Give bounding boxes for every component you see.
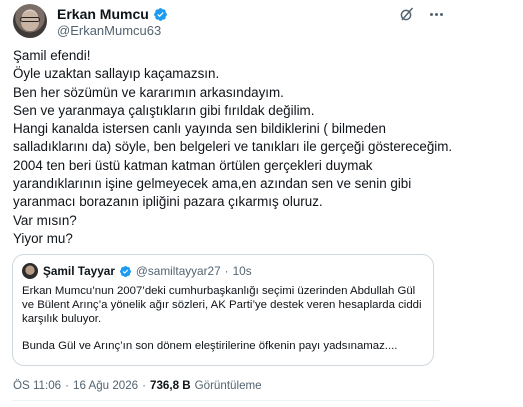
tweet-line: Sen ve yaranmaya çalıştıkların gibi fırı…: [13, 102, 315, 118]
tweet-line: Var mısın?: [13, 212, 77, 228]
author-name-row: Erkan Mumcu: [57, 6, 168, 22]
quote-separator: ·: [224, 264, 229, 278]
verified-badge-icon: [119, 265, 131, 277]
tweet-meta: ÖS 11:06 · 16 Ağu 2026 · 736,8 B Görüntü…: [13, 379, 262, 392]
meta-separator: ·: [142, 379, 146, 392]
quote-text: Erkan Mumcu’nun 2007’deki cumhurbaşkanlı…: [22, 285, 427, 354]
divider: [12, 400, 440, 401]
more-dots-icon[interactable]: [427, 7, 445, 21]
verified-badge-icon: [153, 7, 167, 21]
meta-separator: ·: [65, 379, 69, 392]
tweet-time[interactable]: ÖS 11:06: [13, 379, 61, 392]
quote-paragraph: Erkan Mumcu’nun 2007’deki cumhurbaşkanlı…: [22, 285, 422, 325]
tweet-line: Öyle uzaktan sallayıp kaçamazsın.: [13, 66, 220, 82]
quote-author-handle[interactable]: @samiltayyar27: [136, 264, 221, 278]
tweet-text: Şamil efendi! Öyle uzaktan sallayıp kaça…: [13, 47, 453, 248]
quote-author-avatar[interactable]: [22, 263, 38, 279]
author-avatar[interactable]: [13, 4, 47, 38]
tweet-line: Yiyor mu?: [13, 230, 73, 246]
author-display-name[interactable]: Erkan Mumcu: [57, 6, 149, 22]
author-handle[interactable]: @ErkanMumcu63: [57, 23, 161, 38]
view-count: 736,8 B: [150, 379, 191, 392]
view-label: Görüntüleme: [194, 379, 262, 392]
tweet-line: Ben her sözümün ve kararımın arkasındayı…: [13, 84, 284, 100]
tweet-line: 2004 ten beri üstü katman katman örtülen…: [13, 157, 415, 210]
tweet-date[interactable]: 16 Ağu 2026: [73, 379, 138, 392]
quote-timestamp[interactable]: 10s: [233, 264, 252, 278]
avatar-glasses: [20, 17, 40, 22]
quote-header: Şamil Tayyar @samiltayyar27 · 10s: [43, 264, 252, 278]
quote-paragraph: Bunda Gül ve Arınç’ın son dönem eleştiri…: [22, 340, 398, 353]
tweet-line: Hangi kanalda istersen canlı yayında sen…: [13, 121, 453, 155]
grok-slash-icon[interactable]: [399, 6, 415, 22]
tweet-line: Şamil efendi!: [13, 48, 91, 63]
quote-author-name[interactable]: Şamil Tayyar: [43, 264, 115, 278]
quoted-tweet-card[interactable]: Şamil Tayyar @samiltayyar27 · 10s Erkan …: [12, 254, 434, 366]
